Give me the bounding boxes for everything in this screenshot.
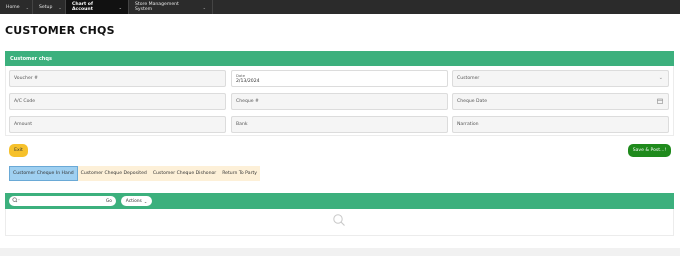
- cheque-tabs: Customer Cheque In Hand Customer Cheque …: [9, 166, 260, 181]
- grid-toolbar: Go Actions ⌄: [5, 193, 674, 209]
- panel-header: Customer chqs: [5, 51, 674, 66]
- bank-field[interactable]: Bank: [231, 116, 448, 133]
- tab-return-to-party[interactable]: Return To Party: [219, 166, 260, 181]
- go-button[interactable]: Go: [106, 199, 112, 204]
- tab-cheque-dishonor[interactable]: Customer Cheque Dishonor: [149, 166, 220, 181]
- panel-title: Customer chqs: [10, 55, 52, 62]
- cheque-date-field[interactable]: Cheque Date: [452, 93, 669, 110]
- ac-code-label: A/C Code: [14, 99, 36, 104]
- tab-cheque-in-hand[interactable]: Customer Cheque In Hand: [9, 166, 78, 181]
- voucher-label: Voucher #: [14, 76, 38, 81]
- nav-item-label: Chart of Account: [72, 2, 93, 12]
- narration-label: Narration: [457, 122, 479, 127]
- cheque-no-label: Cheque #: [236, 99, 259, 104]
- chevron-down-icon: ⌄: [143, 198, 148, 204]
- nav-item-label: Store Management System: [135, 2, 179, 12]
- nav-item-home[interactable]: Home ⌄: [0, 0, 33, 14]
- calendar-icon[interactable]: [657, 98, 663, 106]
- results-grid: [5, 209, 674, 236]
- voucher-field[interactable]: Voucher #: [9, 70, 226, 87]
- page-footer: [0, 248, 680, 256]
- tab-cheque-deposited[interactable]: Customer Cheque Deposited: [77, 166, 150, 181]
- chevron-down-icon: ⌄: [202, 4, 206, 10]
- actions-menu-button[interactable]: Actions ⌄: [121, 196, 152, 206]
- date-label: Date: [236, 73, 246, 78]
- chevron-down-icon: ⌄: [25, 4, 29, 10]
- search-icon: [332, 213, 346, 229]
- cheque-no-field[interactable]: Cheque #: [231, 93, 448, 110]
- nav-item-setup[interactable]: Setup ⌄: [33, 0, 66, 14]
- page-title: CUSTOMER CHQS: [5, 24, 115, 37]
- search-icon[interactable]: [12, 197, 20, 205]
- date-value: 2/13/2024: [236, 79, 260, 84]
- bank-label: Bank: [236, 122, 248, 127]
- narration-field[interactable]: Narration: [452, 116, 669, 133]
- nav-item-chart-of-account[interactable]: Chart of Account ⌄: [66, 0, 129, 14]
- top-nav: Home ⌄ Setup ⌄ Chart of Account ⌄ Store …: [0, 0, 680, 14]
- chevron-down-icon: ⌄: [58, 4, 62, 10]
- customer-label: Customer: [457, 76, 480, 81]
- amount-field[interactable]: Amount: [9, 116, 226, 133]
- actions-label: Actions: [125, 198, 142, 204]
- nav-item-label: Setup: [39, 4, 53, 10]
- chevron-down-icon: ⌄: [118, 4, 122, 10]
- save-post-button[interactable]: Save & Post...!: [628, 144, 671, 157]
- exit-button[interactable]: Exit: [9, 144, 28, 157]
- nav-item-store-management[interactable]: Store Management System ⌄: [129, 0, 213, 14]
- search-input[interactable]: Go: [9, 196, 116, 206]
- chevron-down-icon: ⌄: [658, 75, 663, 81]
- cheque-date-label: Cheque Date: [457, 99, 488, 104]
- ac-code-field[interactable]: A/C Code: [9, 93, 226, 110]
- date-field[interactable]: Date 2/13/2024: [231, 70, 448, 87]
- customer-select[interactable]: Customer ⌄: [452, 70, 669, 87]
- amount-label: Amount: [14, 122, 33, 127]
- nav-item-label: Home: [6, 4, 20, 10]
